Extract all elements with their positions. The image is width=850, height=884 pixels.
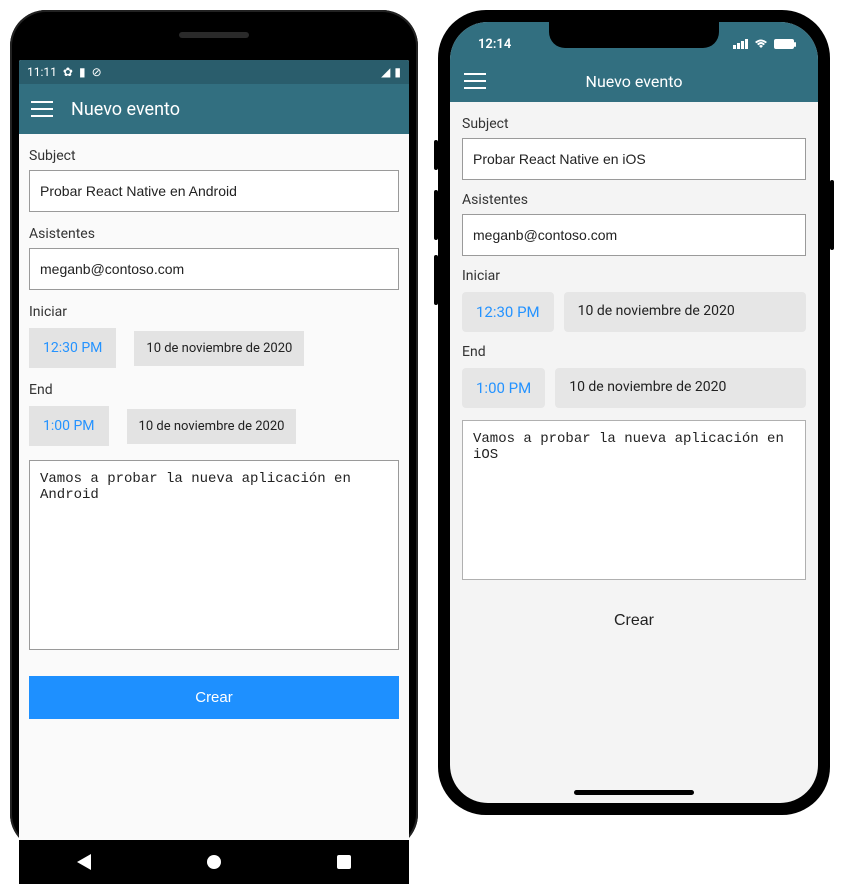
page-title: Nuevo evento	[71, 99, 180, 120]
ios-screen: 12:14 Nuevo evento Subject Asist	[450, 22, 818, 803]
end-date-picker[interactable]: 10 de noviembre de 2020	[127, 409, 297, 444]
start-label: Iniciar	[462, 268, 806, 284]
android-nav-bar	[19, 840, 409, 884]
end-time-picker[interactable]: 1:00 PM	[462, 368, 545, 408]
android-status-bar: 11:11 ✿ ▮ ⊘ ◢ ▮	[19, 60, 409, 84]
start-time-picker[interactable]: 12:30 PM	[29, 328, 116, 368]
android-screen: 11:11 ✿ ▮ ⊘ ◢ ▮ Nuevo evento Subject	[19, 60, 409, 840]
create-button[interactable]: Crear	[29, 676, 399, 719]
battery-icon	[774, 39, 794, 49]
battery-icon: ▮	[394, 65, 401, 79]
sd-icon: ▮	[79, 65, 86, 79]
ios-app-bar: Nuevo evento	[450, 60, 818, 102]
start-label: Iniciar	[29, 304, 399, 320]
back-icon[interactable]	[77, 854, 91, 870]
attendees-label: Asistentes	[29, 226, 399, 242]
ios-device-frame: 12:14 Nuevo evento Subject Asist	[438, 10, 830, 815]
recents-icon[interactable]	[337, 855, 351, 869]
wifi-icon	[754, 39, 768, 49]
subject-label: Subject	[29, 148, 399, 164]
end-label: End	[462, 344, 806, 360]
attendees-input[interactable]	[29, 248, 399, 290]
status-time: 12:14	[478, 37, 511, 52]
body-input[interactable]	[29, 460, 399, 650]
attendees-label: Asistentes	[462, 192, 806, 208]
notch	[549, 22, 719, 48]
android-app-bar: Nuevo evento	[19, 84, 409, 134]
start-time-picker[interactable]: 12:30 PM	[462, 292, 554, 332]
subject-input[interactable]	[462, 138, 806, 180]
subject-label: Subject	[462, 116, 806, 132]
signal-icon: ◢	[381, 65, 390, 79]
attendees-input[interactable]	[462, 214, 806, 256]
status-time: 11:11	[27, 65, 57, 79]
start-date-picker[interactable]: 10 de noviembre de 2020	[134, 331, 304, 366]
subject-input[interactable]	[29, 170, 399, 212]
gear-icon: ✿	[63, 65, 73, 79]
android-device-frame: 11:11 ✿ ▮ ⊘ ◢ ▮ Nuevo evento Subject	[10, 10, 418, 850]
start-date-picker[interactable]: 10 de noviembre de 2020	[564, 292, 806, 332]
home-icon[interactable]	[207, 855, 221, 869]
body-input[interactable]	[462, 420, 806, 580]
end-label: End	[29, 382, 399, 398]
ios-form: Subject Asistentes Iniciar 12:30 PM 10 d…	[450, 102, 818, 803]
menu-icon[interactable]	[464, 73, 486, 89]
menu-icon[interactable]	[31, 101, 53, 117]
android-form: Subject Asistentes Iniciar 12:30 PM 10 d…	[19, 134, 409, 840]
end-date-picker[interactable]: 10 de noviembre de 2020	[555, 368, 806, 408]
page-title: Nuevo evento	[586, 72, 683, 91]
end-time-picker[interactable]: 1:00 PM	[29, 406, 109, 446]
home-indicator[interactable]	[574, 790, 694, 795]
signal-icon	[733, 39, 748, 49]
dnd-icon: ⊘	[92, 65, 102, 79]
create-button[interactable]: Crear	[462, 602, 806, 640]
